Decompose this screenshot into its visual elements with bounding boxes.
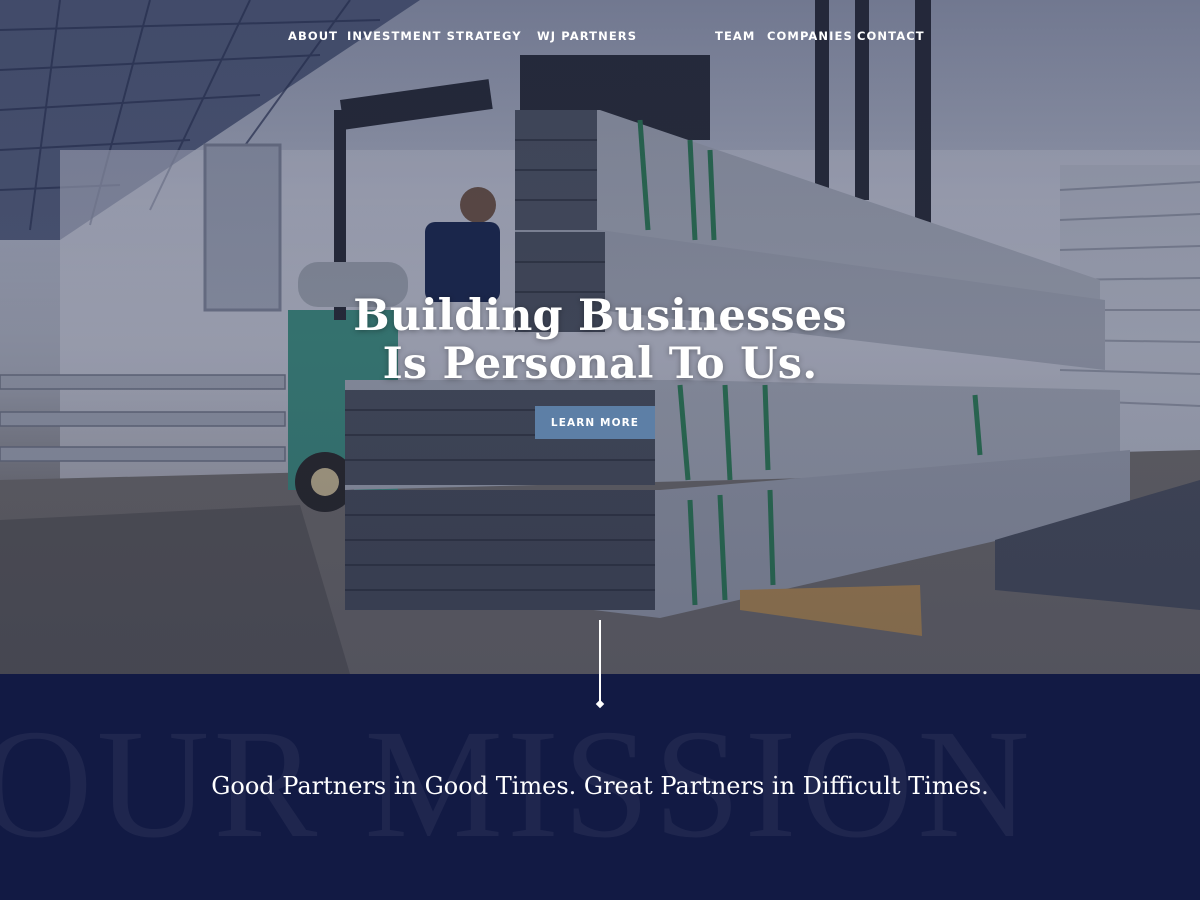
nav-link-companies[interactable]: COMPANIES [767,29,853,43]
nav-link-investment-strategy[interactable]: INVESTMENT STRATEGY [347,29,522,43]
nav-link-about[interactable]: ABOUT [288,29,338,43]
site-logo[interactable]: WJ Partners [537,29,637,43]
learn-more-button[interactable]: LEARN MORE [535,406,655,439]
hero-headline-line-1: Building Businesses [353,291,847,341]
divider-line-icon [599,620,601,702]
nav-link-team[interactable]: TEAM [715,29,755,43]
nav-link-contact[interactable]: CONTACT [857,29,925,43]
hero-headline-line-2: Is Personal To Us. [382,339,818,389]
mission-tagline: Good Partners in Good Times. Great Partn… [211,772,989,800]
top-navigation: ABOUT INVESTMENT STRATEGY WJ Partners TE… [0,0,1200,72]
hero-section: ABOUT INVESTMENT STRATEGY WJ Partners TE… [0,0,1200,674]
hero-headline: Building Businesses Is Personal To Us. [0,292,1200,388]
